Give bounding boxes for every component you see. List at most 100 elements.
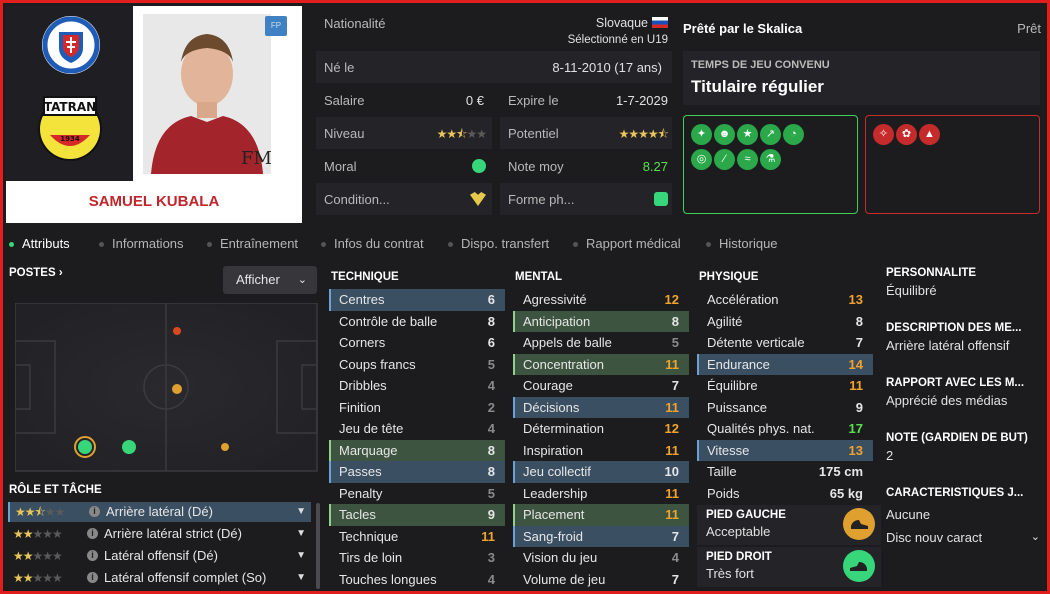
attribute-row[interactable]: Marquage 8 [329, 439, 505, 461]
attribute-name: Agressivité [523, 292, 587, 307]
attribute-row[interactable]: Jeu collectif 10 [513, 461, 689, 483]
attribute-row[interactable]: Volume de jeu 7 [513, 569, 689, 591]
tab-information[interactable]: Informations [99, 236, 184, 251]
attribute-row[interactable]: Endurance 14 [697, 353, 873, 375]
attribute-row[interactable]: Concentration 11 [513, 353, 689, 375]
attribute-row[interactable]: Détermination 12 [513, 418, 689, 440]
role-row[interactable]: ★★★★★ i Latéral offensif (Dé) ▼ [8, 546, 311, 566]
attribute-name: Jeu collectif [523, 464, 591, 479]
attribute-row[interactable]: Passes 8 [329, 461, 505, 483]
trait-icon[interactable]: ≈ [737, 149, 758, 170]
attribute-row[interactable]: Dribbles 4 [329, 375, 505, 397]
role-row[interactable]: ★★⯪★★ i Arrière latéral (Dé) ▼ [8, 502, 311, 522]
attribute-row[interactable]: Tacles 9 [329, 504, 505, 526]
chevron-down-icon[interactable]: ▼ [296, 524, 306, 544]
position-dot-natural[interactable] [78, 440, 92, 454]
condition-icon[interactable] [470, 192, 486, 206]
attribute-row[interactable]: Détente verticale 7 [697, 332, 873, 354]
attribute-value: 7 [671, 571, 679, 587]
attribute-row[interactable]: Penalty 5 [329, 483, 505, 505]
attribute-value: 6 [487, 335, 495, 350]
attribute-row[interactable]: Qualités phys. nat. 17 [697, 418, 873, 440]
attribute-row[interactable]: Touches longues 4 [329, 569, 505, 591]
chevron-down-icon[interactable]: ▼ [296, 568, 306, 588]
loan-title[interactable]: Prêté par le Skalica [683, 21, 802, 36]
salary-row: Salaire 0 € [316, 85, 492, 115]
attribute-row[interactable]: Coups francs 5 [329, 354, 505, 376]
positive-traits-panel: ✦ ☻ ★ ↗ ◔ ◎ ⁄ ≈ ⚗ [683, 115, 858, 214]
trait-icon[interactable]: ▲ [919, 124, 940, 145]
position-dot[interactable] [122, 440, 136, 454]
attribute-row[interactable]: Vision du jeu 4 [513, 547, 689, 569]
attribute-row[interactable]: Finition 2 [329, 397, 505, 419]
attribute-row[interactable]: Agilité 8 [697, 311, 873, 333]
moral-row: Moral [316, 151, 492, 181]
trait-icon[interactable]: ★ [737, 124, 758, 145]
attribute-row[interactable]: Placement 11 [513, 504, 689, 526]
trait-icon[interactable]: ✧ [873, 124, 894, 145]
attribute-row[interactable]: Accélération 13 [697, 289, 873, 311]
role-stars: ★★★★★ [13, 527, 63, 541]
attribute-row[interactable]: Équilibre 11 [697, 375, 873, 397]
attribute-row[interactable]: Agressivité 12 [513, 289, 689, 311]
trait-icon[interactable]: ⚗ [760, 149, 781, 170]
chevron-down-icon[interactable]: ▼ [296, 546, 306, 566]
chevron-down-icon[interactable]: ▼ [296, 502, 306, 522]
tab-contract[interactable]: Infos du contrat [321, 236, 424, 251]
info-icon[interactable]: i [89, 506, 100, 517]
attribute-row[interactable]: Appels de balle 5 [513, 332, 689, 354]
dot-icon [573, 242, 578, 248]
attribute-value: 10 [664, 464, 679, 479]
tab-training[interactable]: Entraînement [207, 236, 298, 251]
info-icon[interactable]: i [87, 528, 98, 539]
attribute-row[interactable]: Corners 6 [329, 332, 505, 354]
level-label: Niveau [324, 126, 365, 141]
attribute-row[interactable]: Contrôle de balle 8 [329, 311, 505, 333]
roles-scrollbar[interactable] [316, 503, 320, 589]
trait-icon[interactable]: ⁄ [714, 149, 735, 170]
attribute-row[interactable]: Courage 7 [513, 375, 689, 397]
attribute-row[interactable]: Vitesse 13 [697, 439, 873, 461]
attribute-row[interactable]: Décisions 11 [513, 396, 689, 418]
attribute-row[interactable]: Technique 11 [329, 526, 505, 548]
trait-icon[interactable]: ◔ [783, 124, 804, 145]
attribute-name: Décisions [523, 399, 580, 415]
attribute-name: Passes [339, 464, 382, 479]
attribute-name: Agilité [707, 313, 743, 329]
attribute-row[interactable]: Sang-froid 7 [513, 525, 689, 547]
attribute-row[interactable]: Anticipation 8 [513, 310, 689, 332]
show-button[interactable]: Afficher ⌄ [223, 266, 317, 294]
attribute-row[interactable]: Inspiration 11 [513, 440, 689, 462]
attribute-value: 9 [487, 507, 495, 522]
position-dot[interactable] [172, 384, 182, 394]
role-row[interactable]: ★★★★★ i Arrière latéral strict (Dé) ▼ [8, 524, 311, 544]
attribute-row[interactable]: Puissance 9 [697, 397, 873, 419]
form-icon[interactable] [654, 192, 668, 206]
born-value: 8-11-2010 (17 ans) [552, 60, 662, 75]
positions-title[interactable]: POSTES › [9, 267, 63, 279]
attribute-name: Dribbles [339, 378, 387, 393]
expires-value: 1-7-2029 [615, 93, 668, 108]
attribute-row[interactable]: Tirs de loin 3 [329, 547, 505, 569]
media-section: RAPPORT AVEC LES M... Apprécié des média… [886, 377, 1044, 408]
position-dot[interactable] [173, 327, 181, 335]
tab-history[interactable]: Historique [706, 236, 778, 251]
info-icon[interactable]: i [87, 550, 98, 561]
morale-icon[interactable] [472, 159, 486, 173]
attribute-name: Puissance [707, 399, 767, 415]
tab-medical[interactable]: Rapport médical [573, 236, 681, 251]
tab-attributes[interactable]: Attributs [9, 236, 70, 251]
trait-icon[interactable]: ☻ [714, 124, 735, 145]
position-dot[interactable] [221, 443, 229, 451]
attribute-row[interactable]: Centres 6 [329, 289, 505, 311]
info-icon[interactable]: i [87, 572, 98, 583]
trait-icon[interactable]: ↗ [760, 124, 781, 145]
new-trait-dropdown[interactable]: Disc nouv caract ⌄ [886, 530, 1044, 550]
tab-transfer[interactable]: Dispo. transfert [448, 236, 549, 251]
role-row[interactable]: ★★★★★ i Latéral offensif complet (So) ▼ [8, 568, 311, 588]
trait-icon[interactable]: ◎ [691, 149, 712, 170]
trait-icon[interactable]: ✿ [896, 124, 917, 145]
attribute-row[interactable]: Leadership 11 [513, 483, 689, 505]
attribute-row[interactable]: Jeu de tête 4 [329, 418, 505, 440]
trait-icon[interactable]: ✦ [691, 124, 712, 145]
